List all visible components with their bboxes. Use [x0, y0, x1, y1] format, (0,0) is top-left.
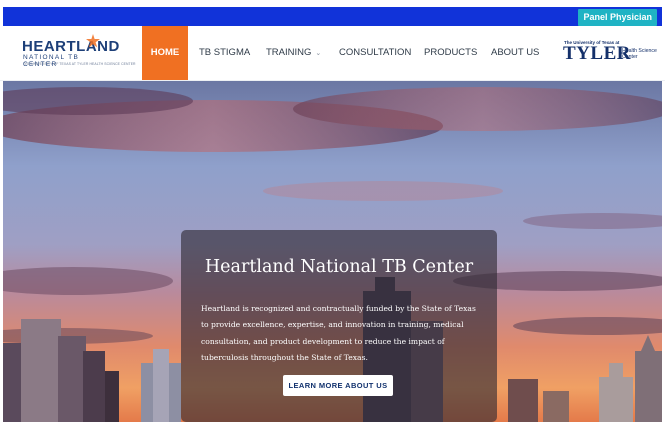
nav-about-us[interactable]: ABOUT US [491, 26, 539, 80]
heartland-logo[interactable]: HEARTLAND NATIONAL TB CENTER THE UNIVERS… [22, 34, 136, 70]
nav-tb-stigma-label: TB STIGMA [199, 47, 251, 58]
nav-about-us-label: ABOUT US [491, 47, 540, 58]
nav-consultation[interactable]: CONSULTATION [339, 26, 411, 80]
hero-card: Heartland National TB Center Heartland i… [181, 230, 497, 422]
site-header: HEARTLAND NATIONAL TB CENTER THE UNIVERS… [0, 26, 665, 81]
panel-physician-button[interactable]: Panel Physician [578, 9, 657, 26]
tyler-logo-wordmark: TYLER [563, 43, 631, 64]
nav-products-label: PRODUCTS [424, 47, 478, 58]
ut-tyler-logo[interactable]: The University of Texas at TYLER Health … [563, 40, 658, 68]
top-bar-strip [3, 7, 662, 26]
tyler-logo-line3: Health Science Center [622, 48, 657, 60]
nav-training[interactable]: TRAINING ⌄ [266, 26, 321, 80]
logo-tagline: THE UNIVERSITY OF TEXAS AT TYLER HEALTH … [23, 62, 136, 66]
learn-more-button[interactable]: LEARN MORE ABOUT US [283, 375, 393, 396]
hero-description: Heartland is recognized and contractuall… [201, 304, 476, 363]
chevron-down-icon: ⌄ [315, 50, 322, 57]
star-icon [86, 34, 100, 48]
hero-banner: Heartland National TB Center Heartland i… [3, 81, 662, 422]
nav-training-label: TRAINING [266, 47, 312, 58]
nav-home-label: HOME [150, 47, 180, 58]
logo-wordmark: HEARTLAND [22, 38, 120, 55]
nav-home[interactable]: HOME [142, 26, 188, 80]
top-bar: Panel Physician [0, 0, 665, 26]
nav-tb-stigma[interactable]: TB STIGMA [199, 26, 250, 80]
nav-consultation-label: CONSULTATION [339, 47, 412, 58]
nav-products[interactable]: PRODUCTS [424, 26, 477, 80]
hero-title: Heartland National TB Center [204, 257, 474, 277]
